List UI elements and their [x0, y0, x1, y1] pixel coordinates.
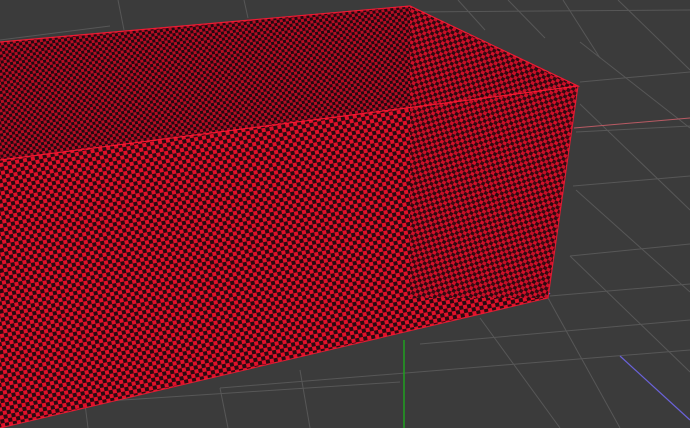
z-axis-line-lower [619, 355, 690, 421]
grid-line [572, 175, 690, 187]
grid-line [562, 0, 601, 59]
grid-line [299, 369, 311, 428]
grid-line [549, 283, 690, 297]
grid-line [479, 317, 561, 428]
grid-line [575, 125, 690, 133]
grid-line [219, 387, 229, 428]
grid-line [457, 0, 486, 31]
3d-viewport[interactable] [0, 0, 690, 428]
grid-line [117, 0, 125, 31]
grid-line [507, 0, 546, 39]
grid-line [569, 243, 690, 257]
box-right-face [410, 6, 578, 298]
grid-line [575, 189, 690, 293]
checker-box[interactable] [0, 5, 581, 428]
grid-line [409, 9, 690, 13]
grid-line [243, 0, 249, 19]
grid-line [579, 41, 690, 129]
grid-line [419, 319, 690, 345]
grid-line [547, 297, 621, 428]
grid-line [579, 71, 690, 83]
viewport-scene[interactable] [0, 0, 690, 428]
